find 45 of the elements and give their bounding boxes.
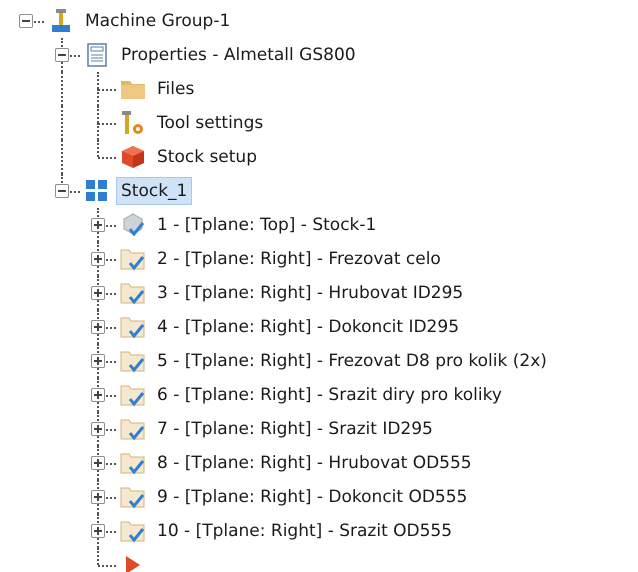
checked-folder-icon xyxy=(120,383,146,407)
checked-folder-icon xyxy=(120,247,146,271)
expand-toggle[interactable] xyxy=(91,524,105,538)
checked-folder-icon xyxy=(120,417,146,441)
tree-item-label[interactable]: Files xyxy=(152,75,200,103)
triangle-icon xyxy=(125,555,141,572)
tree-item-label[interactable]: 1 - [Tplane: Top] - Stock-1 xyxy=(152,211,382,239)
tree-item-label[interactable]: 5 - [Tplane: Right] - Frezovat D8 pro kolik (2x) xyxy=(152,347,552,375)
tree-item-label[interactable]: 4 - [Tplane: Right] - Dokoncit ID295 xyxy=(152,313,464,341)
expand-toggle[interactable] xyxy=(91,490,105,504)
expand-toggle[interactable] xyxy=(91,422,105,436)
tree-item-label[interactable]: Stock_1 xyxy=(116,177,192,205)
tree-item-label[interactable]: Properties - Almetall GS800 xyxy=(116,41,361,69)
expand-toggle[interactable] xyxy=(91,286,105,300)
expand-toggle[interactable] xyxy=(91,388,105,402)
collapse-toggle[interactable] xyxy=(55,48,69,62)
machine-icon xyxy=(50,9,72,33)
checked-folder-icon xyxy=(120,281,146,305)
expand-toggle[interactable] xyxy=(91,218,105,232)
tree-item-label[interactable]: Machine Group-1 xyxy=(80,7,236,35)
checked-folder-icon xyxy=(120,349,146,373)
expand-toggle[interactable] xyxy=(91,456,105,470)
expand-toggle[interactable] xyxy=(91,354,105,368)
folder-icon xyxy=(121,79,145,99)
tree-item-label[interactable]: 10 - [Tplane: Right] - Srazit OD555 xyxy=(152,517,458,545)
expand-toggle[interactable] xyxy=(91,320,105,334)
tree-item-label[interactable]: 2 - [Tplane: Right] - Frezovat celo xyxy=(152,245,446,273)
document-icon xyxy=(87,43,107,67)
tree-item-label[interactable]: Stock setup xyxy=(152,143,262,171)
checked-folder-icon xyxy=(120,519,146,543)
checked-folder-icon xyxy=(120,451,146,475)
collapse-toggle[interactable] xyxy=(19,14,33,28)
tree-item-label[interactable]: 9 - [Tplane: Right] - Dokoncit OD555 xyxy=(152,483,472,511)
tree-item-label[interactable]: 6 - [Tplane: Right] - Srazit diry pro koliky xyxy=(152,381,507,409)
tool-gear-icon xyxy=(120,111,146,135)
tree-item-label[interactable]: Tool settings xyxy=(152,109,268,137)
expand-toggle[interactable] xyxy=(91,252,105,266)
collapse-toggle[interactable] xyxy=(55,184,69,198)
tree-item-label[interactable]: 8 - [Tplane: Right] - Hrubovat OD555 xyxy=(152,449,477,477)
grid-icon xyxy=(86,180,108,202)
tree-item-label[interactable]: 7 - [Tplane: Right] - Srazit ID295 xyxy=(152,415,438,443)
checked-folder-icon xyxy=(120,315,146,339)
cube-icon xyxy=(121,145,145,169)
checked-folder-icon xyxy=(120,485,146,509)
tree-item-label[interactable]: 3 - [Tplane: Right] - Hrubovat ID295 xyxy=(152,279,468,307)
